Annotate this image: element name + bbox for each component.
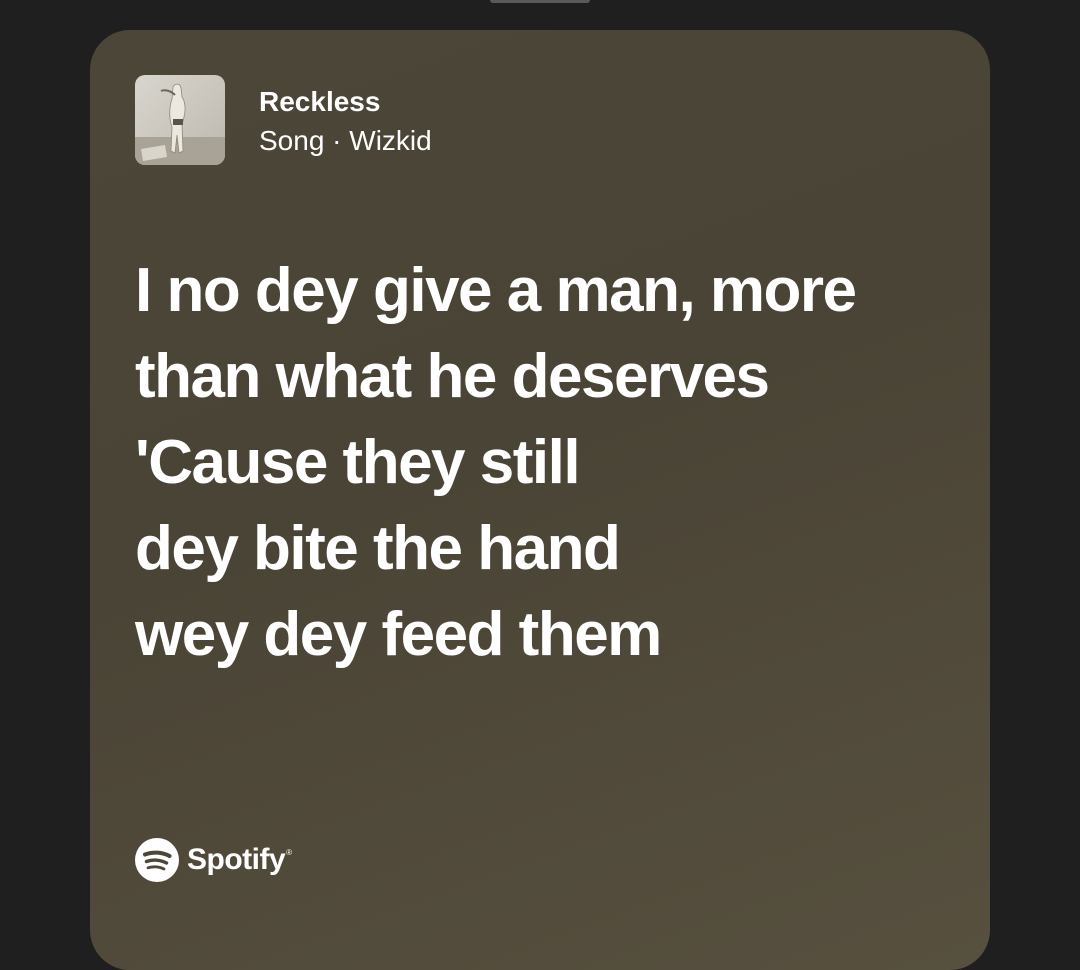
- lyric-line: 'Cause they still: [135, 428, 581, 497]
- drag-handle[interactable]: [490, 0, 590, 3]
- song-meta: Reckless Song · Wizkid: [259, 81, 432, 159]
- lyric-line: wey dey feed them: [135, 600, 662, 669]
- lyric-line: dey bite the hand: [135, 514, 621, 583]
- lyrics-block: I no dey give a man, more than what he d…: [135, 248, 955, 678]
- lyric-line: I no dey give a man, more: [135, 256, 857, 325]
- spotify-logo-icon: [135, 838, 179, 882]
- song-header[interactable]: Reckless Song · Wizkid: [135, 75, 432, 165]
- lyrics-share-card: Reckless Song · Wizkid I no dey give a m…: [90, 30, 990, 970]
- spotify-brand: Spotify ®: [135, 838, 292, 882]
- song-title: Reckless: [259, 86, 381, 117]
- song-subtitle: Song · Wizkid: [259, 125, 432, 156]
- lyric-line: than what he deserves: [135, 342, 770, 411]
- album-cover-image: [135, 75, 225, 165]
- album-cover: [135, 75, 225, 165]
- brand-name: Spotify: [187, 843, 286, 876]
- registered-mark: ®: [286, 847, 293, 857]
